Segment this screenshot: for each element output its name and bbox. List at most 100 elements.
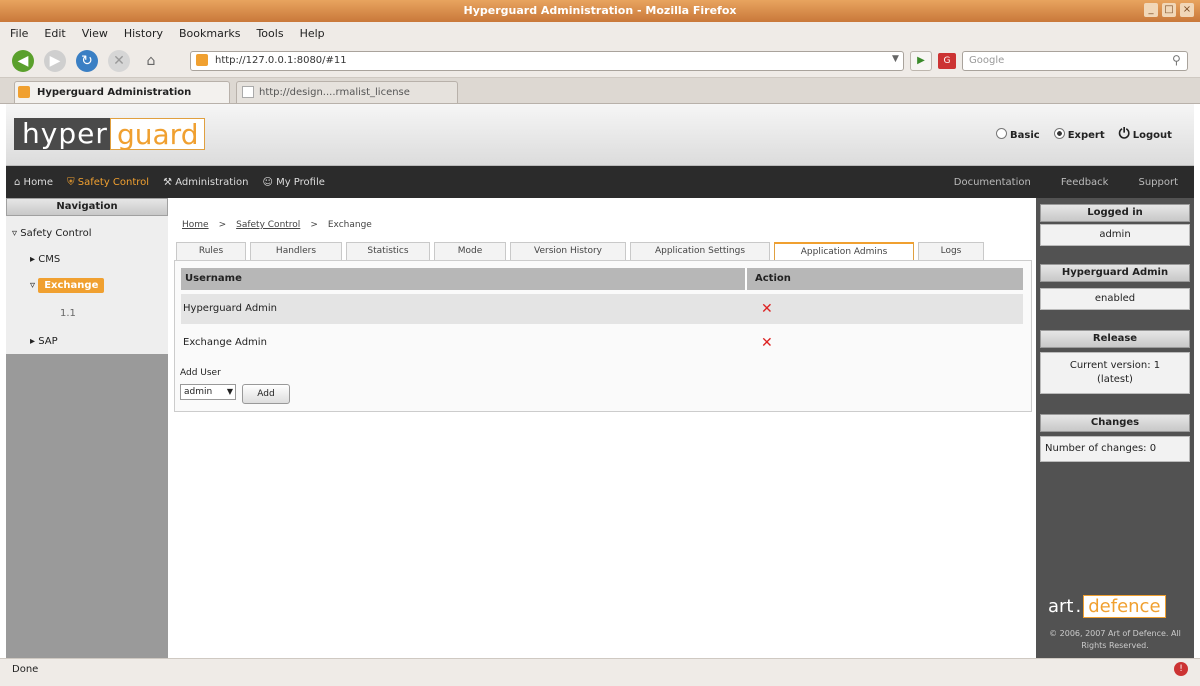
logo-hyper: hyper [14,118,116,150]
search-input[interactable]: Google [962,51,1188,71]
nav-my-profile[interactable]: ☺ My Profile [262,177,324,188]
table-row: Hyperguard Admin ✕ [181,294,1023,324]
tab-rules[interactable]: Rules [176,242,246,260]
menu-bookmarks[interactable]: Bookmarks [179,27,240,40]
nav-documentation[interactable]: Documentation [954,177,1031,188]
logout-icon: ⏻ [1118,126,1130,142]
tab-statistics[interactable]: Statistics [346,242,430,260]
nav-buttons: ◀ ▶ ↻ ✕ ⌂ [12,50,162,72]
security-icon[interactable]: ! [1174,662,1188,676]
breadcrumb: Home > Safety Control > Exchange [182,220,372,234]
mode-expert-option[interactable]: Expert [1053,127,1105,141]
artdefence-logo: art . defence [1048,594,1166,618]
collapse-icon: ▿ [12,228,18,239]
site-favicon-icon [196,54,208,66]
tab-label: Hyperguard Administration [37,87,192,98]
maximize-icon[interactable]: □ [1162,3,1176,17]
add-user-button[interactable]: Add [242,384,290,404]
tab-label: http://design....rmalist_license [259,87,410,98]
nav-home[interactable]: ⌂ Home [14,177,53,188]
logout-button[interactable]: ⏻ Logout [1119,126,1172,142]
nav-administration[interactable]: ⚒ Administration [163,177,248,188]
menu-edit[interactable]: Edit [44,27,65,40]
tab-mode[interactable]: Mode [434,242,506,260]
col-action: Action [755,273,791,284]
address-bar[interactable]: http://127.0.0.1:8080/#11 [190,51,904,71]
user-select[interactable]: admin ▼ [180,384,236,400]
table-row: Exchange Admin ✕ [181,328,1023,358]
home-icon: ⌂ [14,176,21,188]
forward-icon[interactable]: ▶ [44,50,66,72]
tab-version-history[interactable]: Version History [510,242,626,260]
release-value: Current version: 1 (latest) [1040,352,1190,394]
chevron-down-icon: ▼ [226,387,233,396]
search-icon[interactable]: ⚲ [1172,53,1181,67]
menu-bar: File Edit View History Bookmarks Tools H… [0,22,1200,44]
shield-icon: ⛨ [67,176,75,188]
menu-view[interactable]: View [82,27,108,40]
tab-design-license[interactable]: http://design....rmalist_license [236,81,458,103]
collapse-icon: ▿ [30,280,36,291]
breadcrumb-separator: > [310,220,318,230]
tree-item-sap[interactable]: ▸ SAP [30,336,58,347]
hg-admin-title: Hyperguard Admin [1040,264,1190,282]
search-engine-icon[interactable]: G [938,53,956,69]
breadcrumb-safety-control[interactable]: Safety Control [236,220,300,234]
tab-logs[interactable]: Logs [918,242,984,260]
tree-item-exchange-child[interactable]: 1.1 [60,308,76,319]
tree-item-exchange[interactable]: ▿ Exchange [30,278,105,293]
home-icon[interactable]: ⌂ [140,50,162,72]
radio-icon [996,127,1007,139]
sidebar-title: Navigation [6,198,168,216]
main-nav-left: ⌂ Home ⛨ Safety Control ⚒ Administration… [14,166,325,198]
go-icon[interactable]: ▶ [910,51,932,71]
minimize-icon[interactable]: _ [1144,3,1158,17]
main-nav-right: Documentation Feedback Support [954,166,1178,198]
breadcrumb-home[interactable]: Home [182,220,209,234]
menu-history[interactable]: History [124,27,163,40]
tab-favicon-icon [18,86,30,98]
delete-icon[interactable]: ✕ [761,294,773,324]
nav-feedback[interactable]: Feedback [1061,177,1109,188]
logo-guard: guard [110,118,206,151]
delete-icon[interactable]: ✕ [761,328,773,358]
breadcrumb-separator: > [218,220,227,230]
tab-application-admins[interactable]: Application Admins [774,242,914,260]
mode-switch: Basic Expert ⏻ Logout [996,124,1172,144]
changes-title: Changes [1040,414,1190,432]
window-title: Hyperguard Administration - Mozilla Fire… [0,0,1200,22]
expand-icon: ▸ [30,254,36,265]
back-icon[interactable]: ◀ [12,50,34,72]
row-username: Hyperguard Admin [183,303,278,314]
menu-file[interactable]: File [10,27,28,40]
status-text: Done [12,664,39,675]
user-icon: ☺ [262,176,273,188]
menu-tools[interactable]: Tools [256,27,283,40]
tab-hyperguard[interactable]: Hyperguard Administration [14,81,230,103]
table-header: Username Action [181,268,1023,290]
window-controls: _ □ × [1144,3,1194,19]
url-dropdown-icon[interactable]: ▼ [892,54,899,64]
logged-in-title: Logged in [1040,204,1190,222]
hg-admin-value: enabled [1040,288,1190,310]
breadcrumb-current: Exchange [327,220,372,230]
tab-application-settings[interactable]: Application Settings [630,242,770,260]
release-title: Release [1040,330,1190,348]
add-user-label: Add User [180,368,221,378]
tree-item-cms[interactable]: ▸ CMS [30,254,60,265]
expand-icon: ▸ [30,336,36,347]
tree-item-safety-control[interactable]: ▿ Safety Control [12,228,92,239]
nav-support[interactable]: Support [1138,177,1178,188]
row-username: Exchange Admin [183,337,267,348]
tab-handlers[interactable]: Handlers [250,242,342,260]
close-icon[interactable]: × [1180,3,1194,17]
col-username: Username [181,268,747,290]
menu-help[interactable]: Help [300,27,325,40]
page-icon [242,86,254,98]
reload-icon[interactable]: ↻ [76,50,98,72]
mode-basic-option[interactable]: Basic [996,127,1040,141]
stop-icon[interactable]: ✕ [108,50,130,72]
nav-safety-control[interactable]: ⛨ Safety Control [67,177,149,188]
changes-value: Number of changes: 0 [1040,436,1190,462]
radio-selected-icon [1053,127,1065,139]
